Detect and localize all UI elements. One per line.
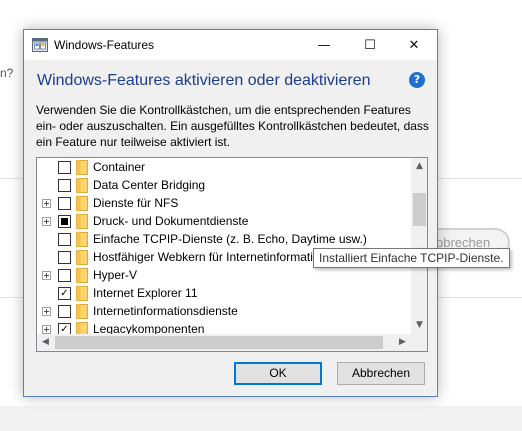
feature-checkbox[interactable] — [58, 251, 71, 264]
windows-features-icon — [32, 38, 48, 52]
feature-row[interactable]: Druck- und Dokumentdienste — [37, 212, 411, 230]
folder-icon — [76, 286, 88, 301]
tooltip: Installiert Einfache TCPIP-Dienste. — [313, 248, 510, 268]
folder-icon — [76, 322, 88, 334]
scroll-down-icon[interactable]: ▼ — [411, 317, 427, 334]
feature-checkbox[interactable] — [58, 197, 71, 210]
feature-label: Dienste für NFS — [93, 196, 179, 210]
feature-checkbox[interactable]: ✓ — [58, 323, 71, 334]
feature-label: Legacykomponenten — [93, 322, 205, 334]
feature-label: Hyper-V — [93, 268, 138, 282]
feature-row[interactable]: Data Center Bridging — [37, 176, 411, 194]
feature-label: Internetinformationsdienste — [93, 304, 238, 318]
feature-row[interactable]: ✓ Internet Explorer 11 — [37, 284, 411, 302]
feature-row[interactable]: ✓ Legacykomponenten — [37, 320, 411, 334]
scroll-up-icon[interactable]: ▲ — [411, 158, 427, 175]
feature-row[interactable]: Internetinformationsdienste — [37, 302, 411, 320]
vertical-scrollbar[interactable]: ▲ ▼ — [411, 158, 427, 334]
features-list: Container Data Center Bridging Dienste für… — [37, 158, 411, 334]
expand-plus-icon[interactable] — [42, 217, 51, 226]
close-button[interactable]: ✕ — [391, 30, 437, 60]
folder-icon — [76, 196, 88, 211]
feature-label: Druck- und Dokumentdienste — [93, 214, 249, 228]
feature-checkbox[interactable] — [58, 305, 71, 318]
feature-checkbox[interactable] — [58, 233, 71, 246]
dialog-heading: Windows-Features aktivieren oder deaktiv… — [37, 72, 371, 89]
horizontal-scroll-thumb[interactable] — [55, 336, 383, 349]
background-text-fragment: n? — [0, 66, 14, 80]
windows-features-dialog: Windows-Features — ☐ ✕ Windows-Features … — [23, 29, 438, 397]
scrollbar-corner — [411, 334, 427, 351]
feature-row[interactable]: Einfache TCPIP-Dienste (z. B. Echo, Dayt… — [37, 230, 411, 248]
feature-checkbox[interactable]: ✓ — [58, 287, 71, 300]
folder-icon — [76, 304, 88, 319]
minimize-button[interactable]: — — [301, 30, 347, 60]
expand-plus-icon[interactable] — [42, 307, 51, 316]
help-icon[interactable]: ? — [409, 72, 425, 88]
folder-icon — [76, 250, 88, 265]
scroll-left-icon[interactable]: ◀ — [37, 334, 54, 351]
feature-checkbox[interactable] — [58, 269, 71, 282]
folder-icon — [76, 178, 88, 193]
feature-row[interactable]: Dienste für NFS — [37, 194, 411, 212]
expand-plus-icon[interactable] — [42, 199, 51, 208]
feature-checkbox[interactable] — [58, 215, 71, 228]
vertical-scroll-thumb[interactable] — [413, 193, 426, 226]
feature-label: Internet Explorer 11 — [93, 286, 198, 300]
maximize-button[interactable]: ☐ — [347, 30, 393, 60]
background-footer — [0, 406, 522, 431]
feature-label: Data Center Bridging — [93, 178, 206, 192]
folder-icon — [76, 232, 88, 247]
expand-plus-icon[interactable] — [42, 271, 51, 280]
horizontal-scrollbar[interactable]: ◀ ▶ — [37, 334, 411, 351]
feature-row[interactable]: Container — [37, 158, 411, 176]
feature-row[interactable]: Hyper-V — [37, 266, 411, 284]
folder-icon — [76, 268, 88, 283]
ok-button[interactable]: OK — [234, 362, 322, 385]
feature-label: Einfache TCPIP-Dienste (z. B. Echo, Dayt… — [93, 232, 367, 246]
feature-checkbox[interactable] — [58, 179, 71, 192]
scroll-right-icon[interactable]: ▶ — [394, 334, 411, 351]
title-bar[interactable]: Windows-Features — ☐ ✕ — [24, 30, 437, 60]
folder-icon — [76, 160, 88, 175]
feature-label: Container — [93, 160, 146, 174]
folder-icon — [76, 214, 88, 229]
dialog-description: Verwenden Sie die Kontrollkästchen, um d… — [36, 103, 429, 149]
expand-plus-icon[interactable] — [42, 325, 51, 334]
cancel-button[interactable]: Abbrechen — [337, 362, 425, 385]
window-title: Windows-Features — [54, 38, 155, 52]
feature-checkbox[interactable] — [58, 161, 71, 174]
